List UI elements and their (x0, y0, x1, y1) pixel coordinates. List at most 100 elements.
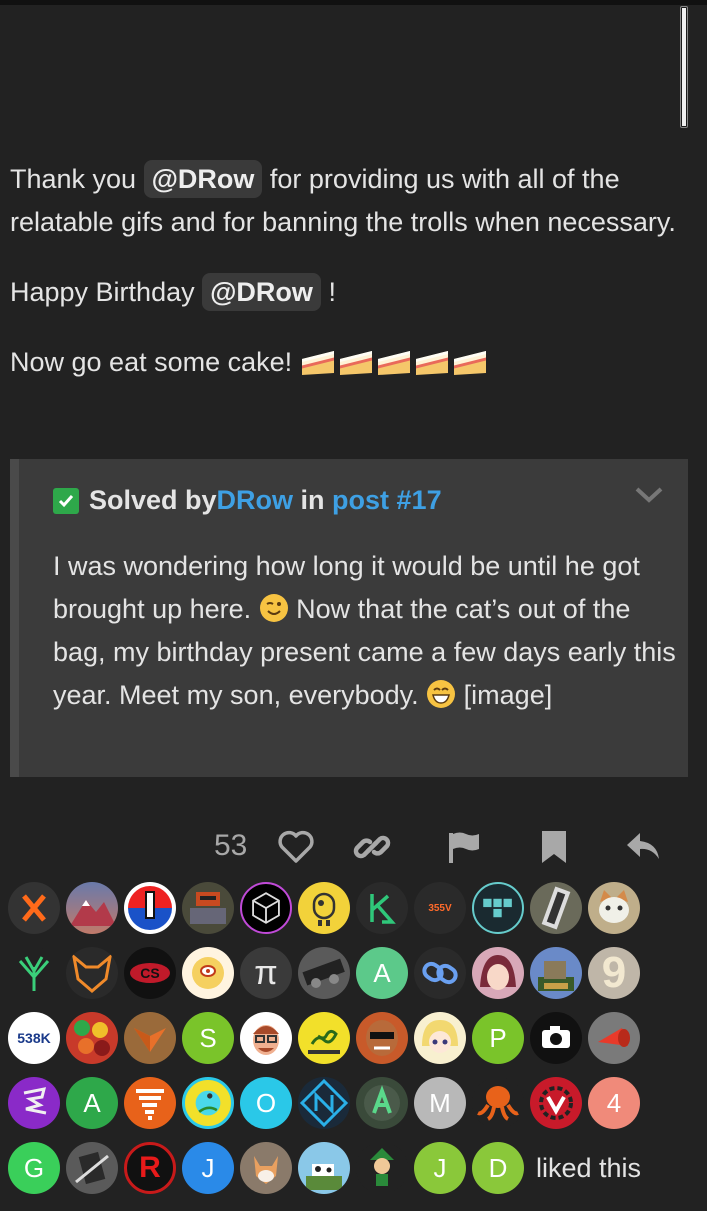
avatar[interactable]: J (182, 1142, 234, 1194)
avatar[interactable] (66, 947, 118, 999)
avatar[interactable] (472, 947, 524, 999)
avatar[interactable]: O (240, 1077, 292, 1129)
bookmark-icon[interactable] (534, 827, 574, 867)
avatar[interactable] (8, 947, 60, 999)
avatar[interactable]: M (414, 1077, 466, 1129)
avatar[interactable] (66, 1012, 118, 1064)
avatar[interactable]: P (472, 1012, 524, 1064)
avatar[interactable] (414, 1012, 466, 1064)
link-icon[interactable] (352, 827, 392, 867)
avatar[interactable] (298, 1012, 350, 1064)
avatar[interactable] (8, 882, 60, 934)
character-icon (192, 957, 224, 989)
avatar[interactable] (182, 947, 234, 999)
post-body: Thank you @DRow for providing us with al… (10, 158, 690, 411)
gear-v-icon (539, 1086, 573, 1120)
avatar[interactable]: 538K (8, 1012, 60, 1064)
avatar[interactable] (66, 882, 118, 934)
avatar[interactable] (356, 1012, 408, 1064)
solution-quote[interactable]: Solved by DRow in post #17 I was wonderi… (10, 459, 688, 777)
recycle-a-icon (364, 1085, 400, 1121)
checkbox-checked-icon (53, 487, 79, 514)
post-actions: 53 (0, 825, 707, 869)
avatar[interactable] (298, 882, 350, 934)
avatar[interactable] (356, 1142, 408, 1194)
x-mark-icon (22, 894, 46, 922)
avatar[interactable] (124, 1077, 176, 1129)
avatar[interactable] (414, 947, 466, 999)
avatar[interactable]: D (472, 1142, 524, 1194)
avatar[interactable] (472, 882, 524, 934)
avatar[interactable] (66, 1142, 118, 1194)
solved-by-label: Solved by (89, 485, 217, 515)
avatar[interactable] (182, 1077, 234, 1129)
avatar[interactable]: S (182, 1012, 234, 1064)
chevron-down-icon[interactable] (634, 485, 664, 505)
k-logo-icon (370, 894, 396, 924)
chain-link-icon (422, 961, 458, 985)
avatar[interactable] (182, 882, 234, 934)
red-cone-icon (598, 1028, 630, 1047)
scrollbar[interactable] (680, 6, 688, 128)
avatar[interactable] (298, 947, 350, 999)
avatar[interactable]: π (240, 947, 292, 999)
avatar[interactable] (356, 882, 408, 934)
avatar[interactable] (124, 1012, 176, 1064)
avatar[interactable] (8, 1077, 60, 1129)
avatar[interactable] (298, 1077, 350, 1129)
avatar[interactable]: 9 (588, 947, 640, 999)
e-logo-icon (23, 1087, 47, 1115)
svg-text:CS: CS (140, 965, 159, 981)
robot-head-icon (312, 892, 336, 926)
avatar[interactable] (472, 1077, 524, 1129)
avatar[interactable] (356, 1077, 408, 1129)
solution-author-link[interactable]: DRow (217, 485, 294, 516)
heart-icon[interactable] (276, 827, 316, 867)
mech-icon (75, 1151, 109, 1185)
avatar[interactable] (240, 1012, 292, 1064)
avatar[interactable] (240, 1142, 292, 1194)
avatar[interactable] (530, 947, 582, 999)
peppers-icon (74, 1020, 110, 1056)
avatar[interactable]: A (66, 1077, 118, 1129)
cake-icon (415, 351, 448, 375)
scrollbar-thumb[interactable] (682, 8, 686, 126)
liked-by-avatars: 355V CS π A 9 538K S P A O M 4 G R J J D… (8, 882, 698, 1207)
quote-header: Solved by DRow in post #17 (53, 485, 442, 516)
quote-text: [image] (456, 680, 553, 710)
avatar[interactable] (530, 882, 582, 934)
cow-icon (306, 1164, 342, 1190)
in-label: in (293, 485, 333, 515)
avatar[interactable] (298, 1142, 350, 1194)
avatar[interactable]: 4 (588, 1077, 640, 1129)
avatar[interactable]: CS (124, 947, 176, 999)
like-count[interactable]: 53 (214, 829, 247, 863)
avatar[interactable] (588, 882, 640, 934)
avatar[interactable]: A (356, 947, 408, 999)
mention-link[interactable]: @DRow (202, 273, 321, 311)
avatar[interactable]: R (124, 1142, 176, 1194)
avatar[interactable]: G (8, 1142, 60, 1194)
reply-icon[interactable] (624, 827, 664, 867)
avatar[interactable] (240, 882, 292, 934)
avatar[interactable] (588, 1012, 640, 1064)
solution-post-link[interactable]: post #17 (332, 485, 442, 516)
cake-icon (339, 351, 372, 375)
avatar[interactable] (530, 1012, 582, 1064)
flag-icon[interactable] (444, 827, 484, 867)
tiles-icon (483, 898, 512, 918)
avatar-row: 355V (8, 882, 698, 934)
mention-link[interactable]: @DRow (143, 160, 263, 198)
avatar-row: 538K S P (8, 1012, 698, 1064)
avatar[interactable] (530, 1077, 582, 1129)
avatar-row: CS π A 9 (8, 947, 698, 999)
avatar[interactable]: J (414, 1142, 466, 1194)
grinning-face-icon (427, 680, 456, 708)
avatar-row: G R J J D liked this (8, 1142, 698, 1194)
avatar[interactable]: 355V (414, 882, 466, 934)
surfer-icon (195, 1090, 221, 1116)
avatar[interactable] (124, 882, 176, 934)
liked-this-label: liked this (536, 1152, 642, 1183)
post-text: Now go eat some cake! (10, 347, 300, 377)
mountain-icon (70, 900, 116, 926)
